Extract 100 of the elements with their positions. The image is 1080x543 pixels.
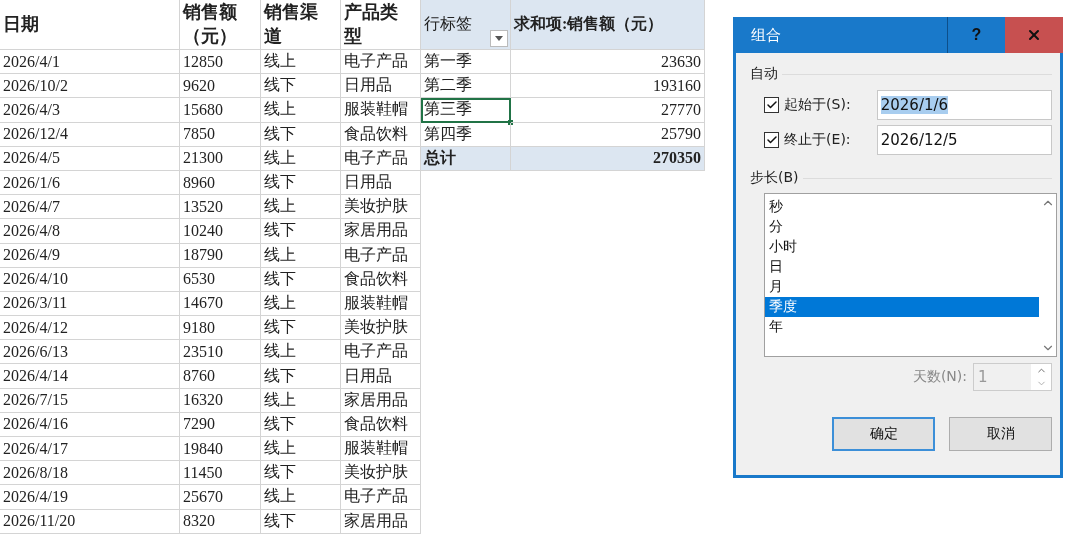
total-label: 总计 [421,146,511,171]
list-item[interactable]: 年 [765,317,1039,337]
table-cell: 线上 [261,388,341,413]
field-label: 起始于(S): [784,96,852,114]
table-cell: 16320 [180,388,261,413]
table-cell: 线上 [261,98,341,123]
table-cell: 2026/11/20 [0,509,180,534]
table-cell: 线下 [261,74,341,99]
table-cell: 家居用品 [341,219,421,244]
table-cell: 线下 [261,364,341,389]
table-cell: 线上 [261,340,341,365]
table-cell: 2026/4/16 [0,412,180,437]
table-cell: 服装鞋帽 [341,437,421,462]
close-button[interactable] [1005,17,1063,53]
table-cell: 2026/4/10 [0,267,180,292]
table-cell: 服装鞋帽 [341,98,421,123]
table-cell: 服装鞋帽 [341,291,421,317]
pivot-row-label[interactable]: 第一季 [421,50,511,75]
table-cell: 2026/4/1 [0,50,180,75]
table-cell: 2026/4/8 [0,219,180,244]
table-cell: 2026/8/18 [0,461,180,486]
checkbox[interactable] [764,132,780,148]
table-cell: 7850 [180,122,261,147]
column-header: 日期 [0,0,180,50]
field-label: 天数(N): [912,368,967,386]
table-cell: 电子产品 [341,50,421,75]
table-cell: 2026/7/15 [0,388,180,413]
table-cell: 25670 [180,485,261,510]
pivot-value: 27770 [511,98,705,123]
table-cell: 2026/4/5 [0,146,180,171]
table-cell: 线下 [261,509,341,534]
table-cell: 8320 [180,509,261,534]
table-cell: 日用品 [341,170,421,196]
table-cell: 2026/4/9 [0,243,180,268]
table-cell: 食品饮料 [341,122,421,147]
table-cell: 2026/4/19 [0,485,180,510]
pivot-value: 23630 [511,50,705,75]
field-label: 终止于(E): [784,131,852,149]
table-cell: 15680 [180,98,261,123]
dialog-button[interactable]: 确定 [832,417,935,451]
table-cell: 2026/4/3 [0,98,180,123]
table-cell: 23510 [180,340,261,365]
table-cell: 8960 [180,170,261,196]
table-cell: 线下 [261,122,341,147]
column-header: 销售额（元） [180,0,261,50]
table-cell: 线上 [261,195,341,220]
list-item[interactable]: 日 [765,257,1039,277]
table-cell: 2026/6/13 [0,340,180,365]
table-cell: 线下 [261,412,341,437]
table-header: 行标签 [421,0,511,50]
table-cell: 2026/3/11 [0,291,180,317]
table-cell: 2026/4/14 [0,364,180,389]
dialog-button[interactable]: 取消 [949,417,1052,451]
table-cell: 11450 [180,461,261,486]
table-cell: 线上 [261,485,341,510]
table-cell: 2026/12/4 [0,122,180,147]
table-cell: 电子产品 [341,340,421,365]
pivot-value: 193160 [511,74,705,99]
table-cell: 19840 [180,437,261,462]
table-cell: 家居用品 [341,509,421,534]
table-cell: 线下 [261,461,341,486]
pivot-value: 25790 [511,122,705,147]
table-cell: 2026/1/6 [0,170,180,196]
table-cell: 9620 [180,74,261,99]
table-cell: 美妆护肤 [341,316,421,341]
list-item[interactable]: 小时 [765,237,1039,257]
list-item[interactable]: 月 [765,277,1039,297]
table-cell: 家居用品 [341,388,421,413]
filter-dropdown-button[interactable] [490,30,508,47]
dialog-title: 组合 [750,24,782,46]
section-label: 自动 [750,65,778,83]
list-item[interactable]: 秒 [765,197,1039,217]
section-label: 步长(B) [750,169,799,187]
pivot-row-label[interactable]: 第三季 [421,98,511,123]
date-field[interactable]: 2026/1/6 [876,90,1052,120]
table-cell: 食品饮料 [341,267,421,292]
table-cell: 18790 [180,243,261,268]
table-cell: 线上 [261,146,341,171]
table-cell: 线上 [261,291,341,317]
list-item[interactable]: 季度 [765,297,1039,317]
pivot-row-label[interactable]: 第四季 [421,122,511,147]
table-cell: 线上 [261,437,341,462]
table-cell: 电子产品 [341,485,421,510]
table-cell: 12850 [180,50,261,75]
list-item[interactable]: 分 [765,217,1039,237]
checkbox[interactable] [764,97,780,113]
table-cell: 食品饮料 [341,412,421,437]
table-cell: 线下 [261,219,341,244]
table-cell: 8760 [180,364,261,389]
table-cell: 线下 [261,267,341,292]
table-cell: 2026/4/7 [0,195,180,220]
column-header: 销售渠道 [261,0,341,50]
table-cell: 美妆护肤 [341,461,421,486]
table-header: 求和项:销售额（元） [511,0,705,50]
pivot-row-label[interactable]: 第二季 [421,74,511,99]
table-cell: 2026/10/2 [0,74,180,99]
table-cell: 线上 [261,243,341,268]
table-cell: 9180 [180,316,261,341]
date-field[interactable]: 2026/12/5 [876,125,1052,155]
table-cell: 13520 [180,195,261,220]
